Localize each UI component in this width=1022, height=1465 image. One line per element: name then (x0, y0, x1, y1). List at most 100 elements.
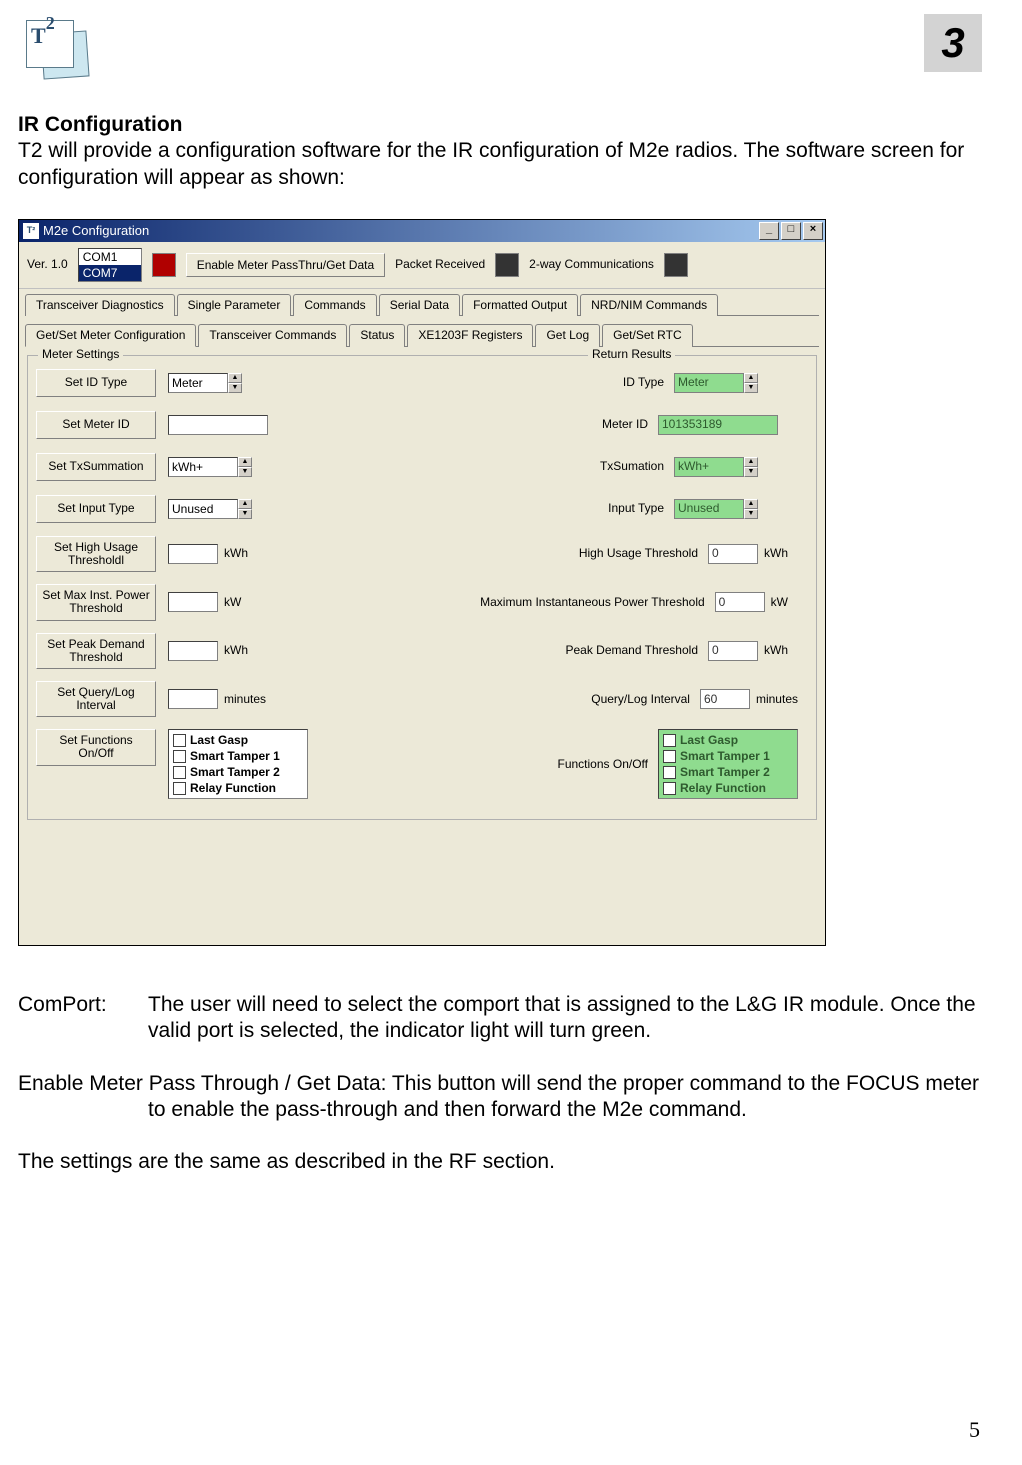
tab-serial-data[interactable]: Serial Data (379, 294, 460, 316)
txsummation-spinner[interactable]: ▲▼ (168, 457, 252, 477)
close-button[interactable]: × (803, 222, 823, 240)
tab-commands[interactable]: Commands (293, 294, 376, 316)
packet-received-label: Packet Received (395, 257, 485, 272)
enable-passthru-button[interactable]: Enable Meter PassThru/Get Data (186, 253, 385, 277)
query-log-unit: minutes (224, 692, 266, 707)
chapter-number-box: 3 (924, 14, 982, 72)
max-inst-input[interactable] (168, 592, 218, 612)
query-log-return-value: 60 (700, 689, 750, 709)
spin-down-icon[interactable]: ▼ (228, 383, 242, 393)
tab-status[interactable]: Status (349, 324, 405, 347)
tab-xe1203f-registers[interactable]: XE1203F Registers (407, 324, 533, 347)
tab-transceiver-commands[interactable]: Transceiver Commands (198, 324, 347, 347)
set-id-type-button[interactable]: Set ID Type (36, 369, 156, 397)
peak-demand-input[interactable] (168, 641, 218, 661)
document-page: T2 3 IR Configuration T2 will provide a … (0, 0, 1022, 1465)
high-usage-input[interactable] (168, 544, 218, 564)
tab-get-log[interactable]: Get Log (535, 324, 600, 347)
row-txsummation: Set TxSummation ▲▼ TxSumation kWh+ ▲▼ (36, 452, 808, 482)
comport-option-2[interactable]: COM7 (79, 265, 141, 281)
tab-transceiver-diagnostics[interactable]: Transceiver Diagnostics (25, 294, 175, 316)
id-type-input[interactable] (168, 373, 228, 393)
set-meter-id-button[interactable]: Set Meter ID (36, 411, 156, 439)
max-inst-return-unit: kW (771, 595, 788, 610)
footer-note: The settings are the same as described i… (18, 1149, 982, 1175)
page-number: 5 (969, 1417, 980, 1443)
peak-demand-return-unit: kWh (764, 643, 788, 658)
functions-return-item-3: Smart Tamper 2 (680, 764, 770, 780)
txsummation-input[interactable] (168, 457, 238, 477)
row-input-type: Set Input Type ▲▼ Input Type Unused ▲▼ (36, 494, 808, 524)
checkbox-icon[interactable] (173, 734, 186, 747)
row-meter-id: Set Meter ID Meter ID 101353189 (36, 410, 808, 440)
peak-demand-return-value: 0 (708, 641, 758, 661)
window-controls: _ □ × (759, 222, 823, 240)
checkbox-icon[interactable] (173, 782, 186, 795)
tab-get-set-rtc[interactable]: Get/Set RTC (602, 324, 692, 347)
tab-single-parameter[interactable]: Single Parameter (177, 294, 292, 316)
tab-row-1: Transceiver Diagnostics Single Parameter… (19, 289, 825, 316)
chapter-number: 3 (941, 19, 964, 67)
comport-description: The user will need to select the comport… (148, 992, 982, 1045)
txsummation-return-value: kWh+ (674, 457, 744, 477)
row-query-log-interval: Set Query/Log Interval minutes Query/Log… (36, 681, 808, 717)
two-way-label: 2-way Communications (529, 257, 654, 272)
max-inst-return-label: Maximum Instantaneous Power Threshold (241, 595, 714, 610)
logo-letter: T (31, 23, 46, 49)
input-type-input[interactable] (168, 499, 238, 519)
functions-item-2: Smart Tamper 1 (190, 748, 280, 764)
row-functions: Set Functions On/Off Last Gasp Smart Tam… (36, 729, 808, 799)
functions-return-label: Functions On/Off (308, 757, 658, 772)
maximize-button[interactable]: □ (781, 222, 801, 240)
high-usage-return-value: 0 (708, 544, 758, 564)
high-usage-return-label: High Usage Threshold (248, 546, 708, 561)
max-inst-unit: kW (224, 595, 241, 610)
id-type-spinner[interactable]: ▲▼ (168, 373, 242, 393)
query-log-return-unit: minutes (756, 692, 798, 707)
query-log-input[interactable] (168, 689, 218, 709)
input-type-return-value: Unused (674, 499, 744, 519)
set-input-type-button[interactable]: Set Input Type (36, 495, 156, 523)
intro-paragraph: T2 will provide a configuration software… (18, 138, 982, 191)
query-log-return-label: Query/Log Interval (266, 692, 700, 707)
functions-checkbox-group[interactable]: Last Gasp Smart Tamper 1 Smart Tamper 2 … (168, 729, 308, 799)
set-query-log-button[interactable]: Set Query/Log Interval (36, 681, 156, 717)
comport-status-indicator (152, 253, 176, 277)
packet-received-indicator (495, 253, 519, 277)
comport-option-1[interactable]: COM1 (79, 249, 141, 265)
version-label: Ver. 1.0 (27, 257, 68, 272)
high-usage-unit: kWh (224, 546, 248, 561)
tab-row-2: Get/Set Meter Configuration Transceiver … (19, 316, 825, 347)
meter-settings-legend: Meter Settings (38, 347, 123, 362)
set-peak-demand-button[interactable]: Set Peak Demand Threshold (36, 633, 156, 669)
minimize-button[interactable]: _ (759, 222, 779, 240)
set-high-usage-button[interactable]: Set High Usage Thresholdl (36, 536, 156, 572)
input-type-spinner[interactable]: ▲▼ (168, 499, 252, 519)
functions-return-item-4: Relay Function (680, 780, 766, 796)
spin-up-icon[interactable]: ▲ (228, 373, 242, 383)
t2-logo: T2 (18, 12, 88, 82)
set-txsummation-button[interactable]: Set TxSummation (36, 453, 156, 481)
checkbox-icon[interactable] (173, 750, 186, 763)
meter-id-return-value: 101353189 (658, 415, 778, 435)
checkbox-icon (663, 734, 676, 747)
meter-id-input[interactable] (168, 415, 268, 435)
peak-demand-return-label: Peak Demand Threshold (248, 643, 708, 658)
tab-content: Meter Settings Return Results Set ID Typ… (19, 347, 825, 945)
two-way-indicator (664, 253, 688, 277)
functions-item-3: Smart Tamper 2 (190, 764, 280, 780)
max-inst-return-value: 0 (715, 592, 765, 612)
set-functions-button[interactable]: Set Functions On/Off (36, 729, 156, 765)
id-type-return-value: Meter (674, 373, 744, 393)
window-title: M2e Configuration (43, 223, 149, 239)
checkbox-icon[interactable] (173, 766, 186, 779)
comport-list[interactable]: COM1 COM7 (78, 248, 142, 282)
txsummation-return-label: TxSumation (252, 459, 674, 474)
tab-formatted-output[interactable]: Formatted Output (462, 294, 578, 316)
checkbox-icon (663, 766, 676, 779)
section-heading: IR Configuration (18, 113, 182, 136)
tab-nrd-nim-commands[interactable]: NRD/NIM Commands (580, 294, 718, 316)
set-max-inst-button[interactable]: Set Max Inst. Power Threshold (36, 584, 156, 620)
row-id-type: Set ID Type ▲▼ ID Type Meter ▲▼ (36, 368, 808, 398)
tab-get-set-meter-config[interactable]: Get/Set Meter Configuration (25, 324, 196, 347)
